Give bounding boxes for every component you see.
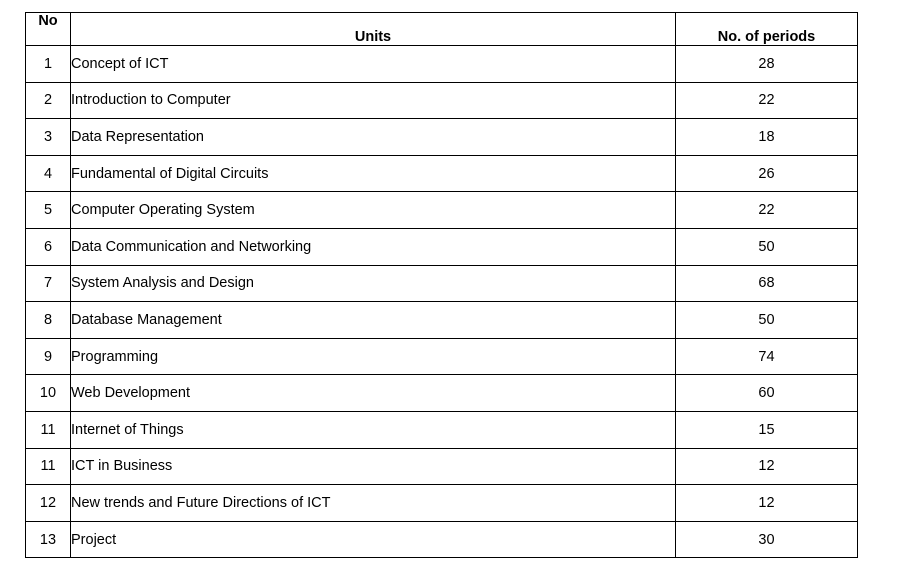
unit-periods: 60 <box>675 374 858 412</box>
unit-periods: 22 <box>675 191 858 229</box>
row-number: 11 <box>25 447 71 486</box>
row-number: 7 <box>25 264 71 303</box>
row-number: 6 <box>25 227 71 266</box>
table-row: 8 Database Management 50 <box>25 301 858 339</box>
header-periods: No. of periods <box>675 12 858 46</box>
table-row: 11 Internet of Things 15 <box>25 410 858 449</box>
unit-name: Data Representation <box>70 118 676 156</box>
unit-name: Introduction to Computer <box>70 81 676 120</box>
unit-periods: 50 <box>675 227 858 266</box>
unit-periods: 12 <box>675 447 858 486</box>
unit-periods: 26 <box>675 154 858 193</box>
unit-name: Concept of ICT <box>70 45 676 83</box>
row-number: 3 <box>25 118 71 156</box>
unit-name: ICT in Business <box>70 447 676 486</box>
table-row: 1 Concept of ICT 28 <box>25 45 858 83</box>
row-number: 4 <box>25 154 71 193</box>
row-number: 10 <box>25 374 71 412</box>
row-number: 9 <box>25 337 71 376</box>
row-number: 13 <box>25 520 71 559</box>
table-row: 2 Introduction to Computer 22 <box>25 81 858 120</box>
unit-name: New trends and Future Directions of ICT <box>70 484 676 522</box>
table-row: 3 Data Representation 18 <box>25 118 858 156</box>
table-row: 7 System Analysis and Design 68 <box>25 264 858 303</box>
table-row: 12 New trends and Future Directions of IC… <box>25 484 858 522</box>
unit-periods: 15 <box>675 410 858 449</box>
header-units: Units <box>70 12 676 46</box>
row-number: 1 <box>25 45 71 83</box>
unit-name: Data Communication and Networking <box>70 227 676 266</box>
row-number: 2 <box>25 81 71 120</box>
row-number: 11 <box>25 410 71 449</box>
header-no: No <box>25 12 71 46</box>
row-number: 8 <box>25 301 71 339</box>
unit-periods: 18 <box>675 118 858 156</box>
unit-periods: 28 <box>675 45 858 83</box>
unit-name: Computer Operating System <box>70 191 676 229</box>
table-row: 10 Web Development 60 <box>25 374 858 412</box>
unit-name: Internet of Things <box>70 410 676 449</box>
unit-name: System Analysis and Design <box>70 264 676 303</box>
table-row: 11 ICT in Business 12 <box>25 447 858 486</box>
row-number: 5 <box>25 191 71 229</box>
units-table: No Units No. of periods 1 Concept of ICT 2… <box>25 12 858 559</box>
unit-name: Fundamental of Digital Circuits <box>70 154 676 193</box>
row-number: 12 <box>25 484 71 522</box>
table-row: 9 Programming 74 <box>25 337 858 376</box>
unit-name: Database Management <box>70 301 676 339</box>
unit-periods: 22 <box>675 81 858 120</box>
unit-name: Programming <box>70 337 676 376</box>
unit-periods: 12 <box>675 484 858 522</box>
header-row: No Units No. of periods <box>25 12 858 46</box>
unit-periods: 74 <box>675 337 858 376</box>
unit-periods: 30 <box>675 520 858 559</box>
unit-name: Web Development <box>70 374 676 412</box>
table-row: 13 Project 30 <box>25 520 858 559</box>
table-body: 1 Concept of ICT 28 2 Introduction to Comput… <box>25 45 858 559</box>
table-row: 5 Computer Operating System 22 <box>25 191 858 229</box>
table-row: 6 Data Communication and Networking 50 <box>25 227 858 266</box>
unit-periods: 50 <box>675 301 858 339</box>
unit-name: Project <box>70 520 676 559</box>
unit-periods: 68 <box>675 264 858 303</box>
table-row: 4 Fundamental of Digital Circuits 26 <box>25 154 858 193</box>
